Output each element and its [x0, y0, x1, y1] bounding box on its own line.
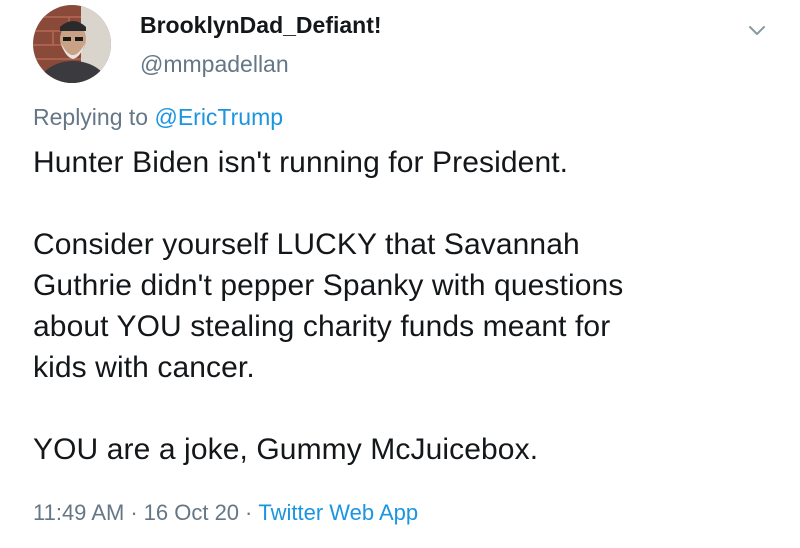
tweet-card: BrooklynDad_Defiant! @mmpadellan Replyin…: [0, 0, 800, 548]
username[interactable]: @mmpadellan: [140, 51, 289, 78]
chevron-down-icon[interactable]: [746, 22, 768, 38]
meta-separator: ·: [130, 500, 138, 525]
tweet-date[interactable]: 16 Oct 20: [144, 500, 239, 525]
meta-separator: ·: [245, 500, 253, 525]
reply-mention-link[interactable]: @EricTrump: [154, 104, 283, 130]
replying-to-label: Replying to: [33, 104, 149, 130]
tweet-source-link[interactable]: Twitter Web App: [258, 500, 418, 525]
avatar-image: [33, 5, 111, 83]
tweet-time[interactable]: 11:49 AM: [33, 500, 124, 525]
tweet-text: Hunter Biden isn't running for President…: [33, 146, 624, 466]
avatar[interactable]: [33, 5, 111, 83]
display-name[interactable]: BrooklynDad_Defiant!: [140, 12, 382, 39]
replying-to: Replying to @EricTrump: [33, 104, 283, 131]
tweet-meta: 11:49 AM · 16 Oct 20 · Twitter Web App: [33, 500, 418, 526]
